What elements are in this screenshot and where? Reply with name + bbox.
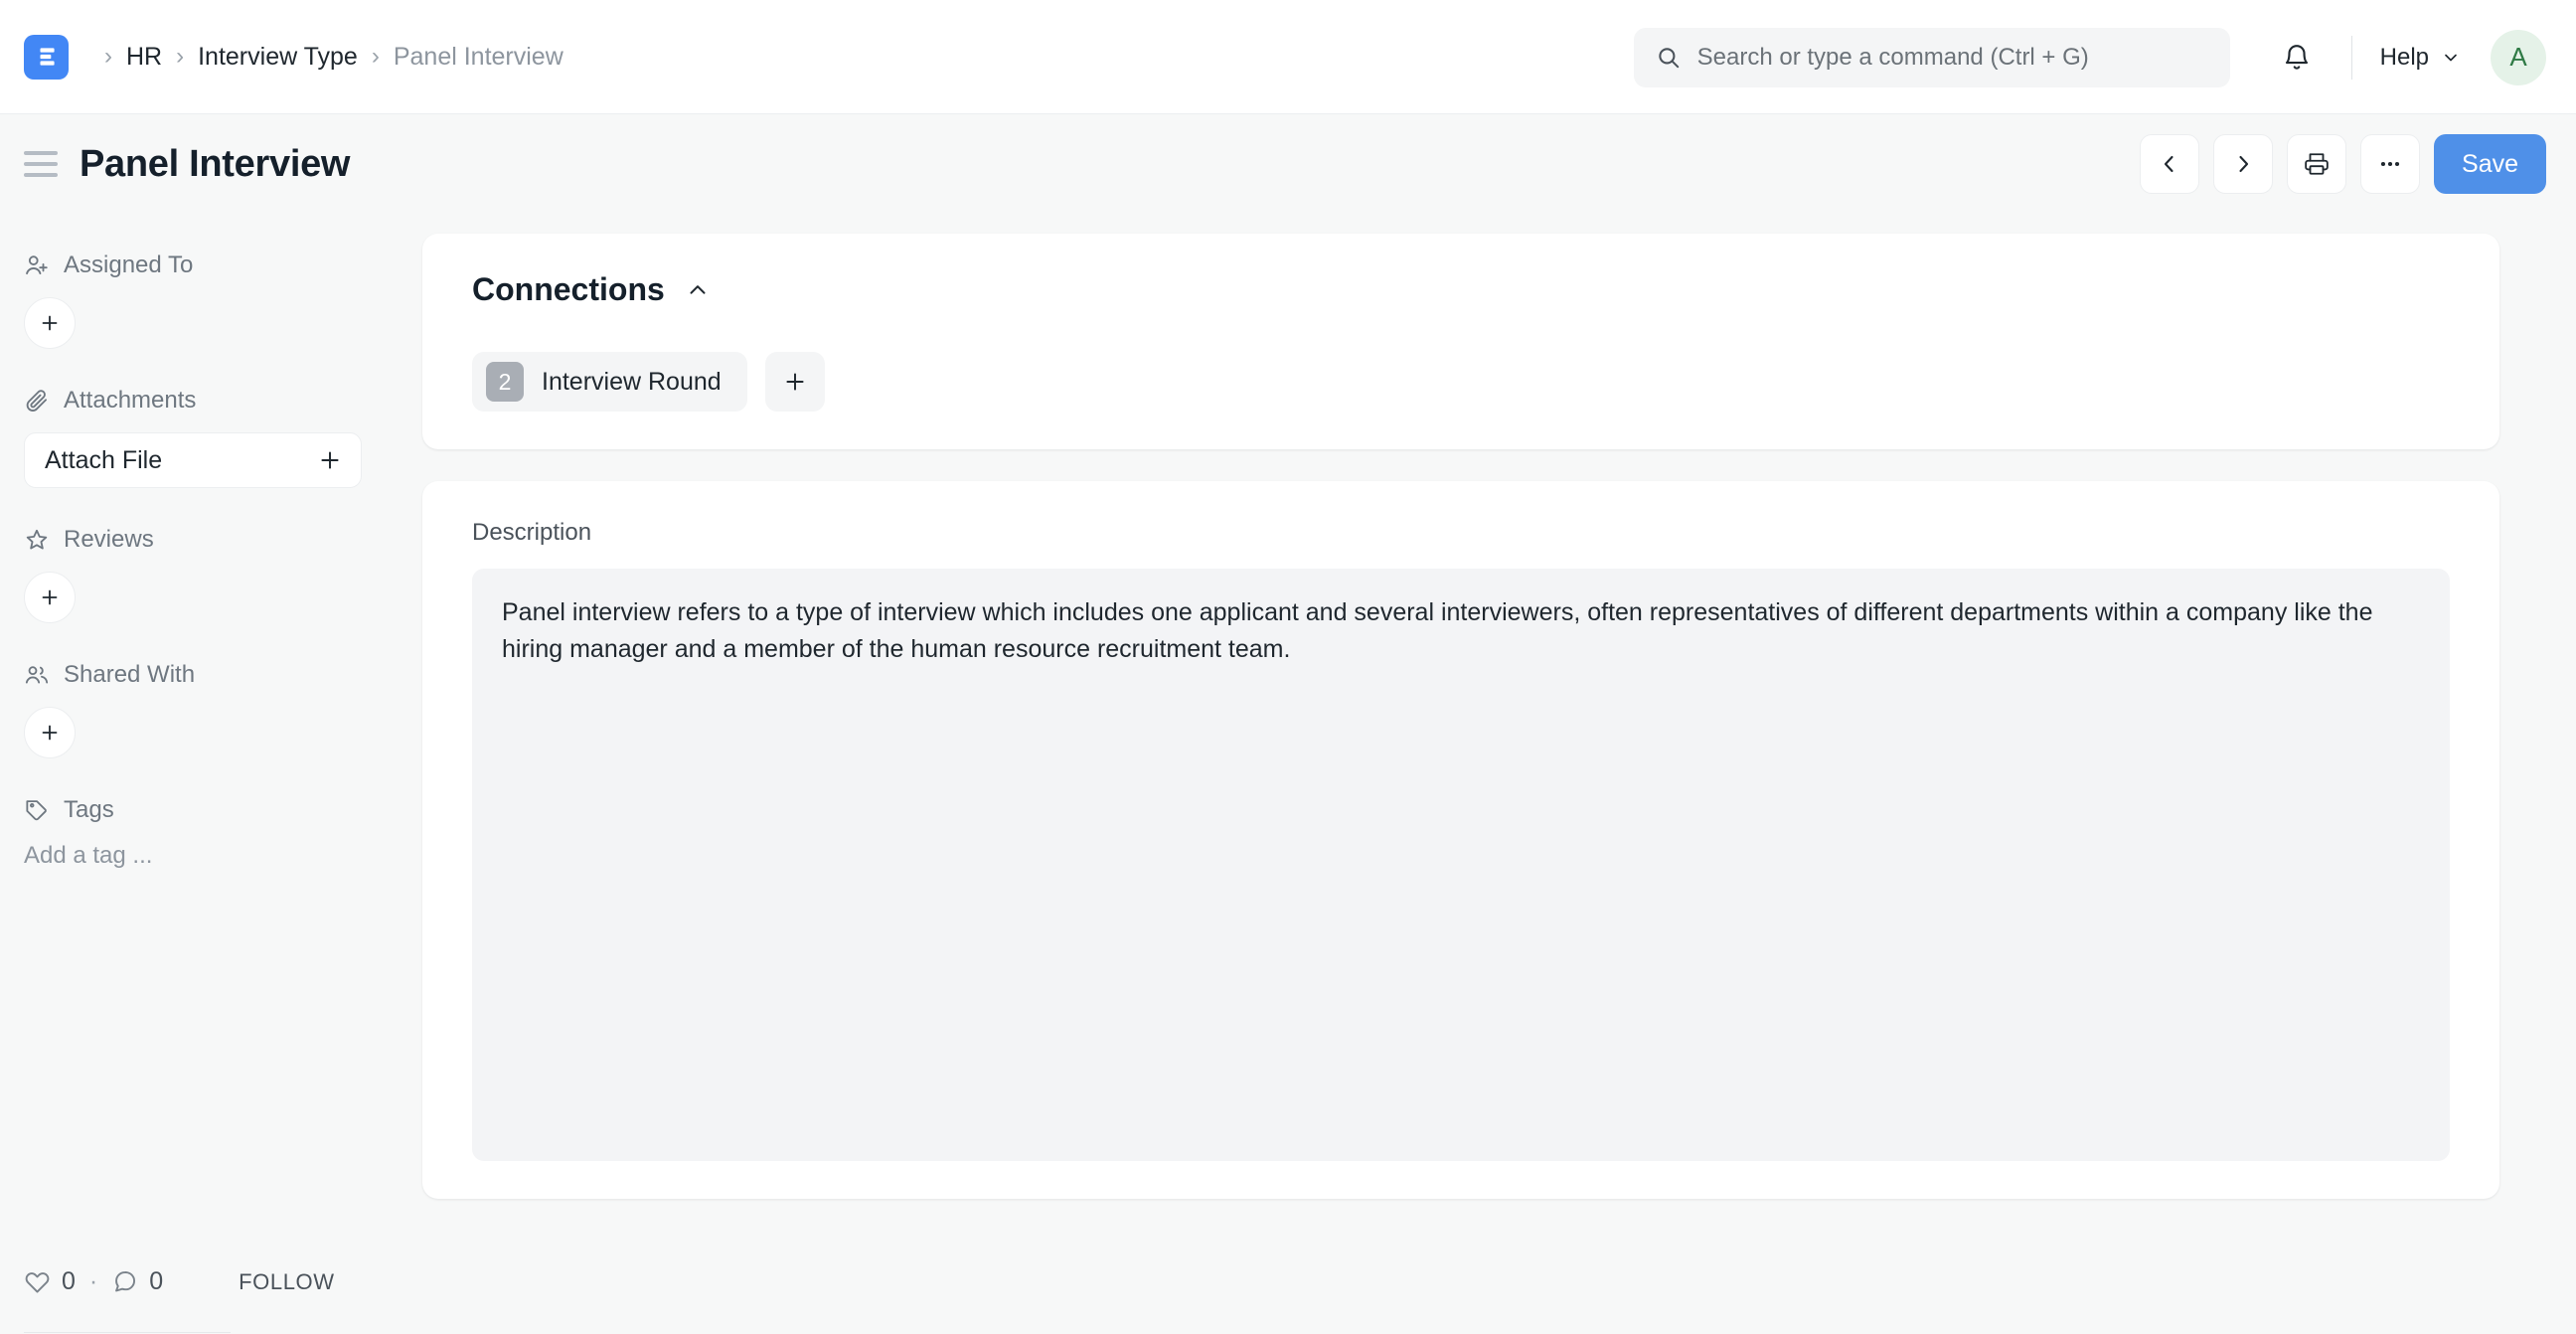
page-actions: Save	[2140, 134, 2546, 194]
chevron-down-icon	[2441, 48, 2461, 68]
connections-card: Connections 2 Interview Round	[422, 234, 2499, 449]
page-header: Panel Interview	[0, 114, 2576, 214]
add-share-button[interactable]	[24, 707, 76, 758]
sidebar-section-attachments: Attachments Attach File	[24, 387, 422, 488]
save-button[interactable]: Save	[2434, 134, 2546, 194]
bell-icon	[2282, 43, 2312, 73]
breadcrumb-item-hr[interactable]: HR	[126, 43, 162, 72]
sidebar: Assigned To Attachments A	[0, 214, 422, 1334]
users-icon	[24, 662, 50, 688]
print-button[interactable]	[2287, 134, 2346, 194]
description-label: Description	[472, 519, 2450, 547]
comment-button[interactable]: 0	[111, 1267, 163, 1296]
description-textarea[interactable]: Panel interview refers to a type of inte…	[472, 569, 2450, 1161]
connections-title: Connections	[472, 271, 665, 308]
add-assignment-button[interactable]	[24, 297, 76, 349]
connection-label: Interview Round	[542, 368, 722, 397]
hamburger-bar	[24, 162, 58, 166]
page-body: Assigned To Attachments A	[0, 214, 2576, 1334]
help-menu[interactable]: Help	[2380, 44, 2461, 72]
add-connection-button[interactable]	[765, 352, 825, 412]
page-title: Panel Interview	[80, 143, 350, 186]
sidebar-section-tags: Tags Add a tag ...	[24, 796, 422, 870]
search-box[interactable]	[1634, 28, 2230, 87]
navbar-divider	[2351, 36, 2352, 80]
sidebar-section-reviews: Reviews	[24, 526, 422, 623]
sidebar-footer: 0 · 0 FOLLOW You edited this 10 hours ag…	[24, 1267, 394, 1334]
connections-header[interactable]: Connections	[472, 271, 2450, 308]
stats-separator: ·	[76, 1267, 111, 1296]
next-document-button[interactable]	[2213, 134, 2273, 194]
star-icon	[24, 527, 50, 553]
hamburger-icon[interactable]	[24, 151, 58, 177]
connection-count-badge: 2	[486, 362, 524, 402]
erpnext-logo-icon[interactable]	[24, 35, 69, 80]
add-tag-input[interactable]: Add a tag ...	[24, 842, 422, 870]
prev-document-button[interactable]	[2140, 134, 2199, 194]
search-input[interactable]	[1697, 44, 2208, 72]
connection-interview-round[interactable]: 2 Interview Round	[472, 352, 747, 412]
tag-icon	[24, 797, 50, 823]
sidebar-section-assigned-to: Assigned To	[24, 251, 422, 349]
description-card: Description Panel interview refers to a …	[422, 481, 2499, 1199]
breadcrumb-item-interview-type[interactable]: Interview Type	[198, 43, 358, 72]
more-actions-button[interactable]	[2360, 134, 2420, 194]
comment-count: 0	[149, 1267, 163, 1296]
breadcrumb-separator: ›	[90, 45, 126, 69]
heart-icon	[24, 1268, 51, 1295]
main-content: Connections 2 Interview Round	[422, 214, 2499, 1231]
breadcrumb-item-current: Panel Interview	[394, 43, 564, 72]
plus-icon	[38, 721, 62, 745]
printer-icon	[2304, 151, 2330, 177]
sidebar-label-shared-with: Shared With	[64, 661, 195, 689]
sidebar-label-assigned-to: Assigned To	[64, 251, 193, 279]
breadcrumb-separator: ›	[358, 45, 394, 69]
chevron-up-icon[interactable]	[685, 277, 711, 303]
top-navbar: › HR › Interview Type › Panel Interview	[0, 0, 2576, 114]
sidebar-divider	[24, 1332, 231, 1333]
connections-list: 2 Interview Round	[472, 352, 2450, 412]
hamburger-bar	[24, 151, 58, 155]
chevron-left-icon	[2158, 152, 2181, 176]
sidebar-label-tags: Tags	[64, 796, 114, 824]
breadcrumb-separator: ›	[162, 45, 198, 69]
avatar-initial: A	[2509, 42, 2526, 73]
help-label: Help	[2380, 44, 2429, 72]
sidebar-label-attachments: Attachments	[64, 387, 196, 415]
chevron-right-icon	[2231, 152, 2255, 176]
plus-icon	[782, 369, 808, 395]
follow-button[interactable]: FOLLOW	[239, 1269, 335, 1295]
notifications-button[interactable]	[2270, 31, 2324, 84]
sidebar-section-shared-with: Shared With	[24, 661, 422, 758]
attachments-header: Attachments	[24, 387, 422, 415]
ellipsis-icon	[2377, 151, 2403, 177]
search-icon	[1656, 45, 1682, 71]
user-plus-icon	[24, 252, 50, 278]
like-button[interactable]: 0	[24, 1267, 76, 1296]
attach-file-button[interactable]: Attach File	[24, 432, 362, 488]
assigned-to-header: Assigned To	[24, 251, 422, 279]
plus-icon	[317, 447, 343, 473]
paperclip-icon	[24, 388, 50, 414]
tags-header: Tags	[24, 796, 422, 824]
breadcrumb: › HR › Interview Type › Panel Interview	[90, 43, 564, 72]
navbar-right-group: Help A	[1634, 0, 2546, 114]
hamburger-bar	[24, 173, 58, 177]
shared-with-header: Shared With	[24, 661, 422, 689]
reviews-header: Reviews	[24, 526, 422, 554]
attach-file-label: Attach File	[45, 446, 162, 475]
plus-icon	[38, 311, 62, 335]
sidebar-label-reviews: Reviews	[64, 526, 154, 554]
avatar[interactable]: A	[2491, 30, 2546, 85]
like-count: 0	[62, 1267, 76, 1296]
engagement-stats: 0 · 0 FOLLOW	[24, 1267, 394, 1296]
comment-icon	[111, 1268, 138, 1295]
plus-icon	[38, 585, 62, 609]
add-review-button[interactable]	[24, 572, 76, 623]
